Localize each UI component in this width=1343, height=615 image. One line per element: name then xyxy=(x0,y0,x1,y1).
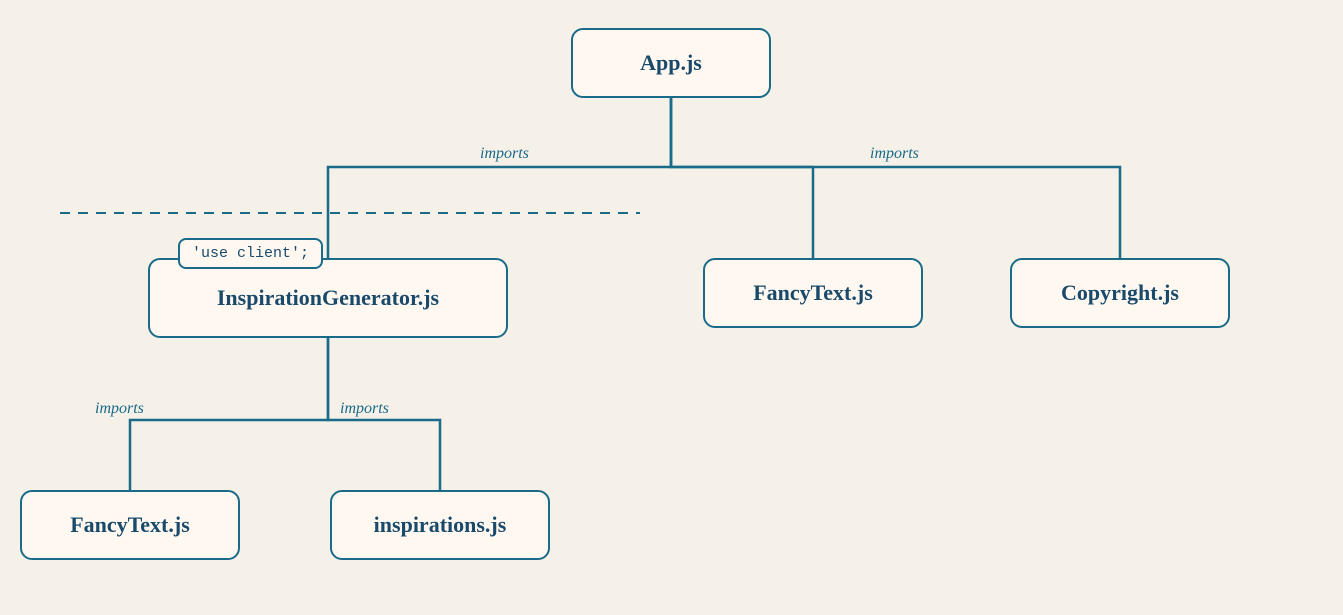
node-inspiration-label: InspirationGenerator.js xyxy=(217,285,439,311)
imports-label-bottom-right: imports xyxy=(340,400,389,417)
node-fancytext-bottom-label: FancyText.js xyxy=(70,512,190,538)
imports-label-left: imports xyxy=(480,145,529,162)
node-inspirations-label: inspirations.js xyxy=(374,512,507,538)
node-inspirations: inspirations.js xyxy=(330,490,550,560)
diagram-container: imports imports imports imports App.js '… xyxy=(0,0,1343,615)
node-fancytext-top-label: FancyText.js xyxy=(753,280,873,306)
node-fancytext-bottom: FancyText.js xyxy=(20,490,240,560)
imports-label-bottom-left: imports xyxy=(95,400,144,417)
node-copyright: Copyright.js xyxy=(1010,258,1230,328)
use-client-badge: 'use client'; xyxy=(178,238,323,269)
node-copyright-label: Copyright.js xyxy=(1061,280,1179,306)
imports-label-right: imports xyxy=(870,145,919,162)
node-appjs-label: App.js xyxy=(640,50,702,76)
use-client-label: 'use client'; xyxy=(192,245,309,262)
node-inspiration-generator: InspirationGenerator.js xyxy=(148,258,508,338)
node-fancytext-top: FancyText.js xyxy=(703,258,923,328)
node-appjs: App.js xyxy=(571,28,771,98)
